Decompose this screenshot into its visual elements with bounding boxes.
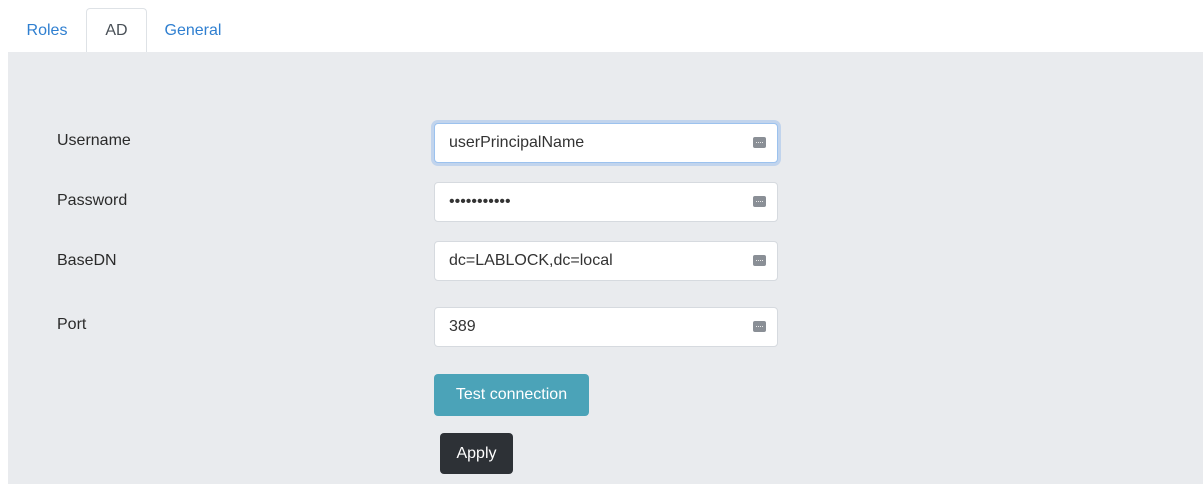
tab-ad[interactable]: AD (86, 8, 147, 52)
tab-roles[interactable]: Roles (8, 8, 86, 52)
port-field[interactable] (449, 318, 739, 336)
basedn-label: BaseDN (57, 252, 117, 269)
username-field-wrapper (434, 123, 778, 163)
password-label: Password (57, 192, 128, 209)
password-manager-key-icon[interactable] (753, 321, 766, 332)
apply-button[interactable]: Apply (440, 433, 513, 474)
password-field[interactable] (449, 193, 739, 211)
test-connection-button[interactable]: Test connection (434, 374, 589, 416)
port-field-wrapper (434, 307, 778, 347)
password-manager-key-icon[interactable] (753, 255, 766, 266)
ad-settings-panel: Username Password BaseDN Port Test conne… (8, 52, 1203, 484)
username-field[interactable] (449, 134, 739, 152)
basedn-field-wrapper (434, 241, 778, 281)
password-manager-key-icon[interactable] (753, 137, 766, 148)
username-label: Username (57, 132, 131, 149)
tab-bar: Roles AD General (8, 8, 239, 52)
port-label: Port (57, 316, 87, 333)
tab-general[interactable]: General (147, 8, 239, 52)
password-manager-key-icon[interactable] (753, 196, 766, 207)
password-field-wrapper (434, 182, 778, 222)
basedn-field[interactable] (449, 252, 739, 270)
